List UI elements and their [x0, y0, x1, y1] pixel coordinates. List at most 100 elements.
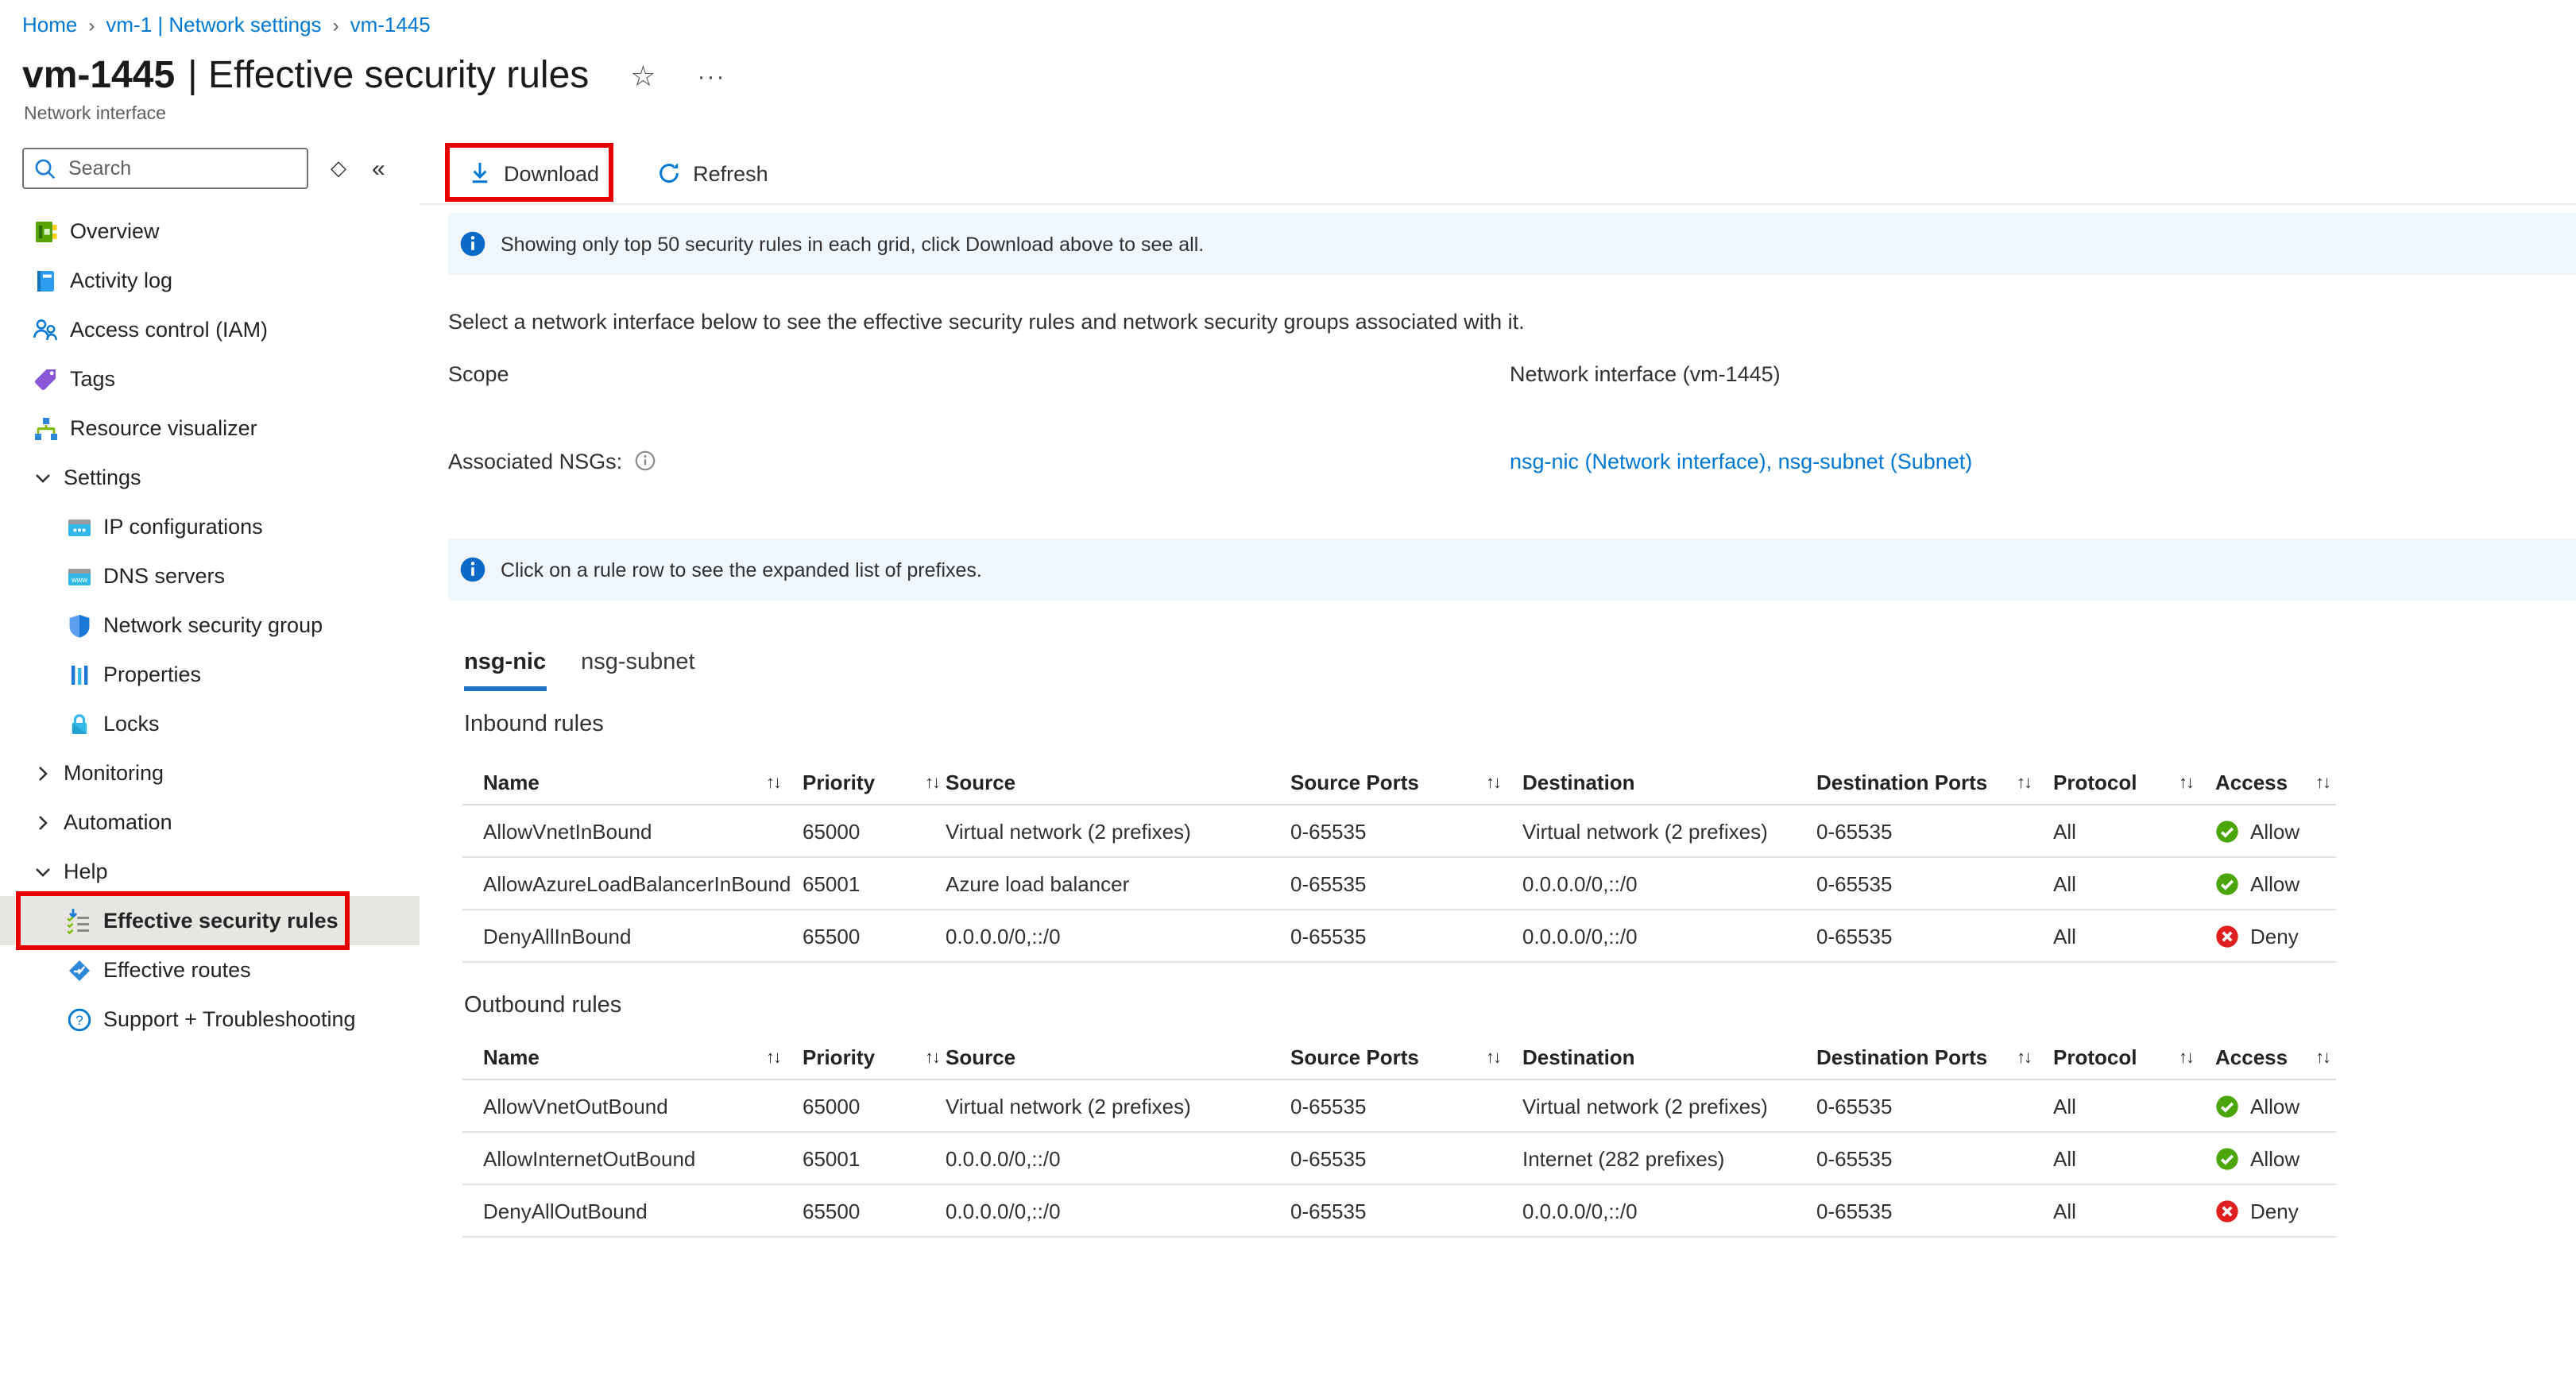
sidebar-item-settings[interactable]: Settings [0, 453, 420, 502]
sidebar-item-tags[interactable]: Tags [0, 354, 420, 404]
download-button[interactable]: Download [467, 160, 599, 186]
sidebar-item-resource-visualizer[interactable]: Resource visualizer [0, 404, 420, 453]
cell-name: AllowInternetOutBound [483, 1146, 696, 1170]
sidebar-item-automation[interactable]: Automation [0, 798, 420, 847]
column-header-access[interactable]: Access ↑↓ [2215, 761, 2336, 804]
column-header-label: Source Ports [1290, 1045, 1419, 1069]
column-header-name[interactable]: Name ↑↓ [462, 761, 803, 804]
column-header-priority[interactable]: Priority ↑↓ [803, 761, 946, 804]
access-label: Allow [2250, 1146, 2300, 1170]
column-header-protocol[interactable]: Protocol ↑↓ [2053, 1036, 2215, 1079]
refresh-button[interactable]: Refresh [656, 160, 768, 186]
cell-destination: Virtual network (2 prefixes) [1522, 1094, 1768, 1118]
rule-row-allowinternetoutbound[interactable]: AllowInternetOutBound 65001 0.0.0.0/0,::/0… [462, 1133, 2336, 1185]
tab-nsg-subnet[interactable]: nsg-subnet [581, 650, 695, 686]
sidebar-item-help[interactable]: Help [0, 847, 420, 896]
column-header-source-ports[interactable]: Source Ports ↑↓ [1290, 761, 1522, 804]
svg-text:?: ? [75, 1012, 82, 1027]
sidebar-item-network-security-group[interactable]: Network security group [0, 601, 420, 650]
scope-value[interactable]: Network interface (vm-1445) [1510, 357, 1781, 389]
sidebar-item-label: Support + Troubleshooting [103, 1007, 356, 1031]
expand-collapse-all-icon[interactable]: ◇ [331, 156, 346, 181]
breadcrumb-link-vm-1445[interactable]: vm-1445 [350, 13, 431, 37]
sidebar-item-label: Effective routes [103, 958, 251, 982]
access-label: Deny [2250, 1199, 2299, 1223]
column-header-destination-ports[interactable]: Destination Ports ↑↓ [1816, 761, 2053, 804]
cell-source: Azure load balancer [946, 871, 1130, 895]
tab-nsg-nic[interactable]: nsg-nic [464, 650, 547, 691]
sort-icon: ↑↓ [2179, 1048, 2195, 1067]
column-header-label: Source [946, 1045, 1016, 1069]
cell-destination_ports: 0-65535 [1816, 1146, 1893, 1170]
column-header-access[interactable]: Access ↑↓ [2215, 1036, 2336, 1079]
info-tooltip-icon[interactable] [633, 450, 656, 472]
breadcrumb-link-home[interactable]: Home [22, 13, 77, 37]
cell-protocol: All [2053, 1146, 2076, 1170]
allow-icon [2215, 1094, 2239, 1118]
rule-row-allowvnetinbound[interactable]: AllowVnetInBound 65000 Virtual network (2 … [462, 805, 2336, 858]
associated-nsgs-link[interactable]: nsg-nic (Network interface), nsg-subnet … [1510, 445, 1972, 477]
access-cell: Allow [2215, 1094, 2336, 1118]
sidebar-item-label: Monitoring [64, 761, 164, 785]
column-header-source: Source [946, 1036, 1290, 1079]
sidebar-item-monitoring[interactable]: Monitoring [0, 748, 420, 798]
sidebar-item-locks[interactable]: Locks [0, 699, 420, 748]
info-banner-prefixes: Click on a rule row to see the expanded … [448, 539, 2576, 601]
sidebar-item-effective-routes[interactable]: Effective routes [0, 945, 420, 995]
sidebar-item-dns-servers[interactable]: www DNS servers [0, 551, 420, 601]
effective-security-rules-icon [65, 907, 92, 934]
breadcrumb-link-vm-1-network-settings[interactable]: vm-1 | Network settings [106, 13, 321, 37]
ellipsis-icon[interactable]: ··· [698, 63, 726, 90]
column-header-destination: Destination [1522, 1036, 1816, 1079]
cell-priority: 65000 [803, 819, 861, 843]
sort-icon: ↑↓ [1486, 773, 1502, 792]
rule-row-allowvnetoutbound[interactable]: AllowVnetOutBound 65000 Virtual network (2… [462, 1080, 2336, 1133]
page-title: | Effective security rules [188, 54, 590, 97]
associated-nsgs-label: Associated NSGs: [448, 449, 623, 473]
sidebar-item-support-troubleshooting[interactable]: ? Support + Troubleshooting [0, 995, 420, 1044]
cell-priority: 65500 [803, 1199, 861, 1223]
sidebar-item-overview[interactable]: Overview [0, 207, 420, 256]
column-header-source-ports[interactable]: Source Ports ↑↓ [1290, 1036, 1522, 1079]
allow-icon [2215, 819, 2239, 843]
column-header-label: Access [2215, 771, 2288, 794]
sort-icon: ↑↓ [2017, 773, 2033, 792]
sidebar-search[interactable] [22, 148, 308, 189]
cell-name: AllowVnetOutBound [483, 1094, 668, 1118]
column-header-label: Destination [1522, 771, 1635, 794]
sort-icon: ↑↓ [2179, 773, 2195, 792]
rule-row-denyalloutbound[interactable]: DenyAllOutBound 65500 0.0.0.0/0,::/0 0-6553… [462, 1185, 2336, 1238]
column-header-label: Name [483, 771, 540, 794]
cell-priority: 65001 [803, 871, 861, 895]
sidebar-item-label: Tags [70, 367, 116, 391]
sidebar-item-access-control-iam[interactable]: Access control (IAM) [0, 305, 420, 354]
column-header-protocol[interactable]: Protocol ↑↓ [2053, 761, 2215, 804]
rule-row-allowazureloadbalancerinbound[interactable]: AllowAzureLoadBalancerInBound 65001 Azure … [462, 858, 2336, 910]
sidebar-item-label: Properties [103, 662, 202, 686]
rule-row-denyallinbound[interactable]: DenyAllInBound 65500 0.0.0.0/0,::/0 0-65535… [462, 910, 2336, 963]
info-icon [460, 231, 485, 257]
column-header-priority[interactable]: Priority ↑↓ [803, 1036, 946, 1079]
column-header-name[interactable]: Name ↑↓ [462, 1036, 803, 1079]
nsg-tabs: nsg-nic nsg-subnet [464, 650, 2576, 691]
column-header-destination-ports[interactable]: Destination Ports ↑↓ [1816, 1036, 2053, 1079]
cell-source_ports: 0-65535 [1290, 871, 1367, 895]
support-icon: ? [65, 1006, 92, 1033]
sidebar-item-effective-security-rules[interactable]: Effective security rules [0, 891, 420, 950]
cell-source: Virtual network (2 prefixes) [946, 819, 1191, 843]
sidebar-nav: Overview Activity log Access control (IAM)… [0, 207, 420, 1044]
overview-icon [32, 218, 59, 245]
breadcrumb-separator-icon: › [332, 14, 339, 36]
sidebar-item-properties[interactable]: Properties [0, 650, 420, 699]
access-label: Deny [2250, 924, 2299, 948]
favorite-star-icon[interactable]: ☆ [630, 60, 656, 93]
sidebar-item-ip-configurations[interactable]: IP configurations [0, 502, 420, 551]
sidebar-item-activity-log[interactable]: Activity log [0, 256, 420, 305]
cell-source: 0.0.0.0/0,::/0 [946, 1146, 1061, 1170]
access-label: Allow [2250, 819, 2300, 843]
collapse-sidebar-icon[interactable]: « [372, 155, 385, 182]
table-header-row: Name ↑↓ Priority ↑↓ Source Source Ports ↑↓ Dest… [462, 1036, 2336, 1080]
access-cell: Allow [2215, 1146, 2336, 1170]
cell-destination: Internet (282 prefixes) [1522, 1146, 1725, 1170]
search-input[interactable] [65, 149, 294, 187]
